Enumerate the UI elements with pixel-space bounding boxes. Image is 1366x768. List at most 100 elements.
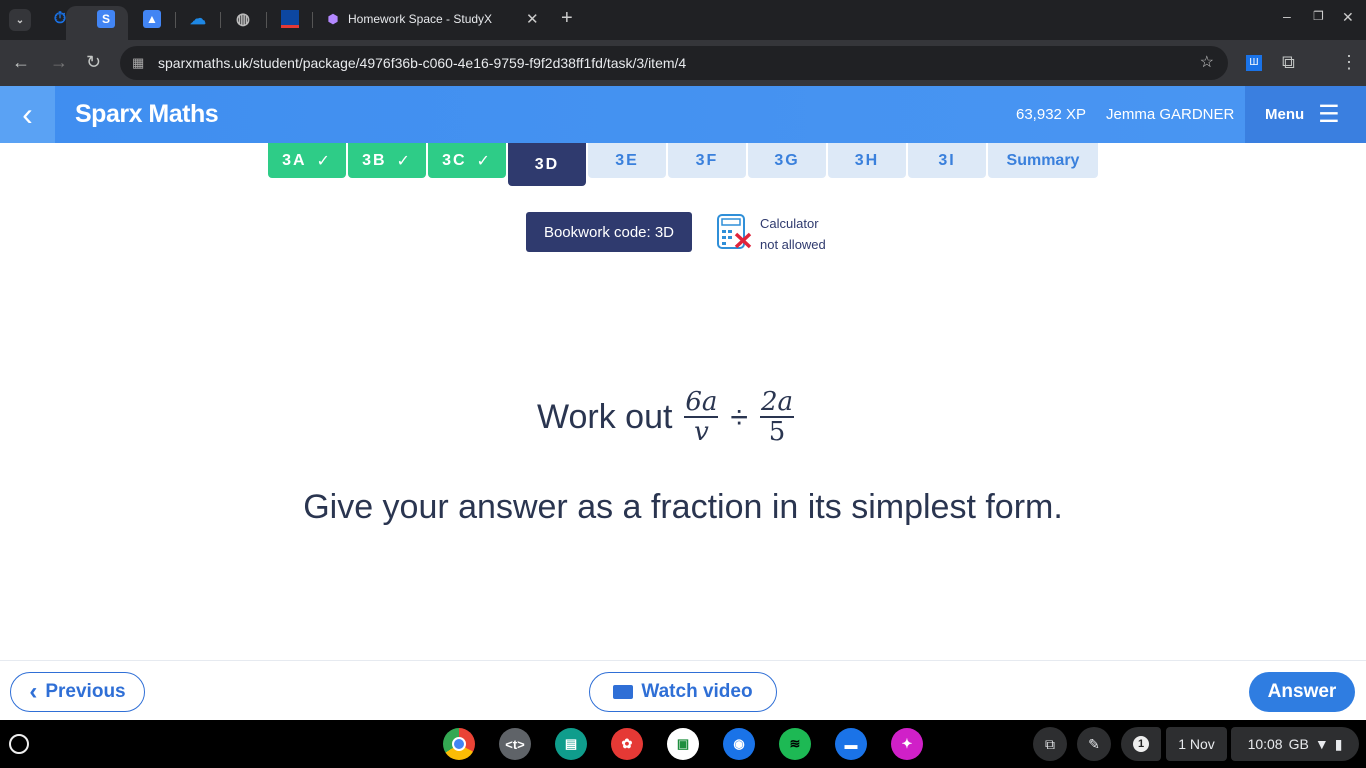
flag-tab-icon[interactable] [281,10,299,28]
video-camera-icon [613,685,634,699]
address-bar[interactable]: ▦ sparxmaths.uk/student/package/4976f36b… [120,46,1228,80]
files-app-icon[interactable]: ▬ [835,728,867,760]
bookmark-star-icon[interactable]: ☆ [1200,46,1214,80]
task-tab-label: 3D [534,155,560,173]
task-tab-3a[interactable]: 3A ✓ [268,143,346,178]
new-tab-icon[interactable]: + [561,7,573,30]
task-tab-label: 3C [442,151,467,169]
browser-tab-strip: ⌄ ⏱ S ▲ ☁ ◍ ⬢ Homework Space - StudyX ✕ … [0,0,1366,40]
task-tab-3e[interactable]: 3E [588,143,666,178]
check-icon: ✓ [476,152,492,170]
calculator-status: not allowed [760,237,826,252]
reload-icon[interactable]: ↻ [86,52,101,73]
extension-icon[interactable]: Ш [1246,55,1262,71]
footer: ‹ Previous Watch video Answer [0,660,1366,720]
task-tab-label: 3E [615,151,639,169]
divide-symbol: ÷ [730,398,748,435]
task-tab-label: 3A [282,151,307,169]
question-instruction: Give your answer as a fraction in its si… [303,488,1063,526]
tab-search-button[interactable]: ⌄ [9,9,31,31]
denominator: 5 [768,417,786,447]
task-tab-label: 3F [695,151,719,169]
calculator-label: Calculator [760,216,819,231]
close-tab-icon[interactable]: ✕ [526,10,539,28]
forward-icon[interactable]: → [50,52,68,73]
classroom-app-icon[interactable]: ▣ [667,728,699,760]
chevron-left-icon: ‹ [22,96,33,132]
question: Work out 6a v ÷ 2a 5 [537,388,794,446]
battery-icon: ▮ [1334,735,1343,752]
task-tab-label: Summary [1006,151,1080,169]
gallery-app-icon[interactable]: ✦ [891,728,923,760]
camera-app-icon[interactable]: ◉ [723,728,755,760]
text-app-icon[interactable]: <t> [499,728,531,760]
sparx-favicon[interactable]: S [97,10,115,28]
fraction-2: 2a 5 [759,387,794,447]
chrome-app-icon[interactable] [443,728,475,760]
back-button[interactable]: ‹ [0,86,55,143]
input-locale: GB [1288,736,1309,752]
fraction-1: 6a v [684,387,719,447]
os-shelf: <t> ▤ ✿ ▣ ◉ ≋ ▬ ✦ ⧉ ✎ 1 1 Nov 10:08 GB ▼ ▮ [0,720,1366,768]
hamburger-icon: ☰ [1318,101,1340,128]
paint-app-icon[interactable]: ✿ [611,728,643,760]
classroom-tab-icon[interactable]: ▲ [143,10,161,28]
globe-tab-icon[interactable]: ◍ [234,10,252,28]
task-tab-label: 3I [938,151,956,169]
restore-icon[interactable]: ❐ [1313,9,1324,23]
brand-logo: Sparx Maths [75,100,219,128]
task-tabs: 3A ✓ 3B ✓ 3C ✓ 3D 3E 3F 3G 3H 3I Summary [268,143,1098,186]
calculator-not-allowed-icon [717,214,752,249]
answer-button[interactable]: Answer [1249,672,1355,712]
onedrive-tab-icon[interactable]: ☁ [189,10,207,28]
check-icon: ✓ [396,152,412,170]
site-info-icon[interactable]: ▦ [132,46,144,80]
task-tab-3h[interactable]: 3H [828,143,906,178]
previous-button[interactable]: ‹ Previous [10,672,145,712]
notification-count: 1 [1133,736,1149,752]
browser-toolbar: ← → ↻ ▦ sparxmaths.uk/student/package/49… [0,40,1366,86]
reader-app-icon[interactable]: ▤ [555,728,587,760]
launcher-icon[interactable] [9,734,29,754]
tab-title[interactable]: Homework Space - StudyX [348,12,492,26]
denominator: v [694,417,709,447]
date-pill[interactable]: 1 Nov [1166,727,1227,761]
menu-label: Menu [1265,106,1305,123]
wifi-icon: ▼ [1314,736,1329,752]
previous-label: Previous [45,681,126,702]
task-tab-summary[interactable]: Summary [988,143,1098,178]
minimize-icon[interactable]: – [1283,8,1291,24]
question-prefix: Work out [537,397,673,436]
watch-video-label: Watch video [641,681,753,702]
task-tab-label: 3H [854,151,880,169]
numerator: 6a [685,387,718,417]
bookwork-code: Bookwork code: 3D [526,212,692,252]
task-tab-3i[interactable]: 3I [908,143,986,178]
more-menu-icon[interactable]: ⋮ [1340,52,1358,73]
watch-video-button[interactable]: Watch video [589,672,777,712]
status-tray[interactable]: 10:08 GB ▼ ▮ [1231,727,1359,761]
task-tab-3d[interactable]: 3D [508,143,586,186]
task-tab-label: 3B [362,151,387,169]
chevron-left-icon: ‹ [29,678,38,705]
screen-capture-icon[interactable]: ⧉ [1033,727,1067,761]
task-tab-3c[interactable]: 3C ✓ [428,143,506,178]
menu-button[interactable]: Menu ☰ [1245,86,1366,143]
task-tab-3b[interactable]: 3B ✓ [348,143,426,178]
notification-badge[interactable]: 1 [1121,727,1161,761]
url-text: sparxmaths.uk/student/package/4976f36b-c… [158,55,687,71]
user-name: Jemma GARDNER [1106,106,1235,123]
task-tab-3g[interactable]: 3G [748,143,826,178]
spotify-app-icon[interactable]: ≋ [779,728,811,760]
close-window-icon[interactable]: ✕ [1342,9,1354,26]
task-tab-3f[interactable]: 3F [668,143,746,178]
extensions-puzzle-icon[interactable]: ⧉ [1282,52,1295,73]
task-tab-label: 3G [774,151,800,169]
sparx-header: ‹ Sparx Maths 63,932 XP Jemma GARDNER Me… [0,86,1366,143]
check-icon: ✓ [316,152,332,170]
xp-count: 63,932 XP [1016,106,1087,123]
back-icon[interactable]: ← [12,52,30,73]
numerator: 2a [760,387,793,417]
stylus-pen-icon[interactable]: ✎ [1077,727,1111,761]
clock: 10:08 [1247,736,1283,752]
